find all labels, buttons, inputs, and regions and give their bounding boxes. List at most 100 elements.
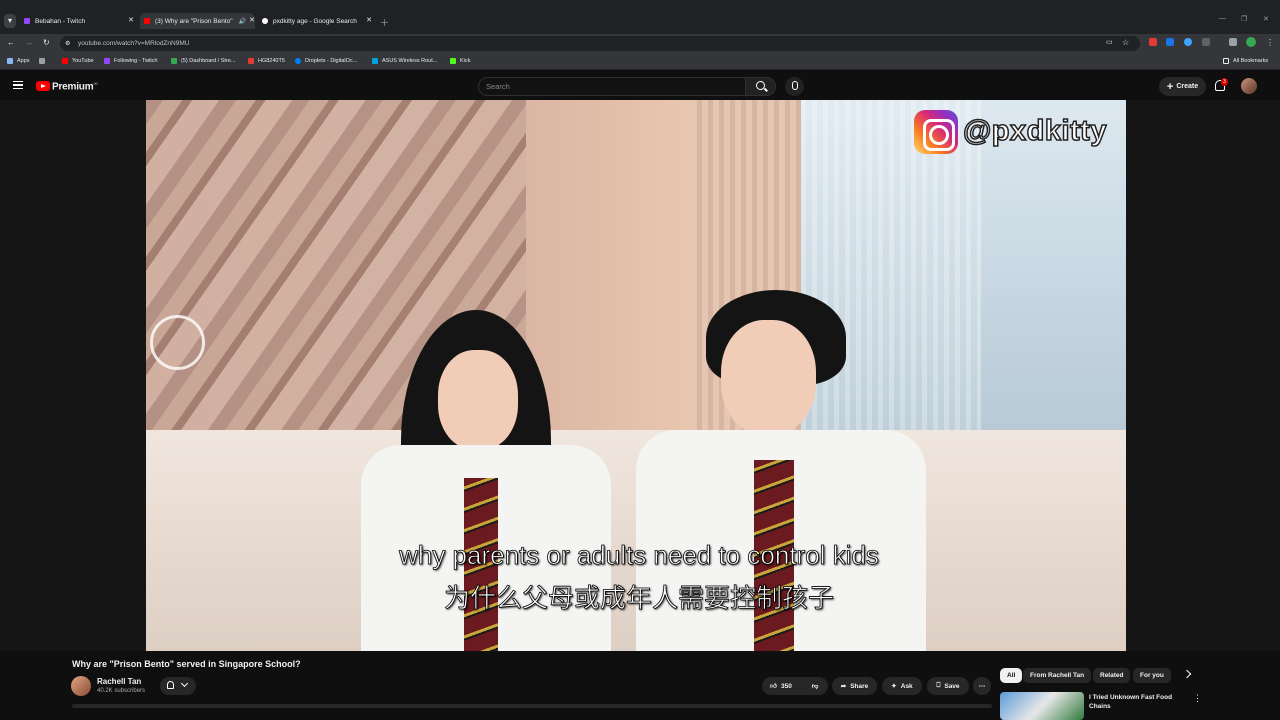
tab-twitch[interactable]: Bebahan - Twitch ✕ [24, 13, 134, 29]
chip-all[interactable]: All [1000, 668, 1023, 683]
bookmark-kick[interactable]: Kick [450, 58, 470, 64]
bookmark-label: All Bookmarks [1233, 58, 1269, 64]
extension-icon[interactable] [1166, 38, 1174, 46]
reload-icon[interactable]: ↻ [43, 38, 50, 47]
thumbs-up-icon: 👍︎ [770, 683, 777, 690]
chip-related[interactable]: Related [1093, 668, 1131, 683]
extension-icon[interactable] [1184, 38, 1192, 46]
chip-for-you[interactable]: For you [1133, 668, 1171, 683]
bookmark-router[interactable]: HG8240T5 [248, 58, 285, 64]
audio-playing-icon[interactable]: 🔊 [239, 18, 246, 25]
bookmark-digitalocean[interactable]: Droplets - DigitalOc... [295, 58, 357, 64]
dislike-button[interactable]: 👎︎ [803, 677, 827, 695]
twitch-icon [104, 58, 110, 64]
close-tab-icon[interactable]: ✕ [366, 16, 372, 24]
bookmark-label: HG8240T5 [258, 58, 285, 64]
comments-area-divider [72, 704, 992, 708]
bookmark-label: Droplets - DigitalOc... [305, 58, 358, 64]
bookmark-label: Following - Twitch [114, 58, 158, 64]
more-actions-button[interactable]: ⋯ [973, 677, 991, 695]
tab-search-menu[interactable]: ▾ [4, 14, 16, 28]
restore-icon[interactable]: ❐ [1241, 15, 1247, 23]
site-info-icon[interactable]: ⚙ [65, 40, 70, 47]
cast-icon[interactable]: ▭ [1106, 38, 1113, 46]
bookmark-label: (5) Dashboard / Stre... [181, 58, 236, 64]
channel-name[interactable]: Rachell Tan [97, 677, 141, 686]
media-control-icon[interactable] [1229, 38, 1237, 46]
instagram-icon [914, 110, 958, 154]
wifi-icon [372, 58, 378, 64]
like-count: 350 [780, 682, 792, 690]
bookmark-grid[interactable] [39, 58, 49, 64]
new-tab-icon[interactable]: ＋ [380, 16, 389, 29]
voice-search-icon[interactable] [785, 77, 804, 96]
extensions-puzzle-icon[interactable] [1202, 38, 1210, 46]
youtube-premium-logo[interactable]: Premium99 [52, 81, 98, 93]
grid-icon [39, 58, 45, 64]
bookmark-twitch[interactable]: Following - Twitch [104, 58, 158, 64]
extension-icon[interactable] [1149, 38, 1157, 46]
minimize-icon[interactable]: — [1219, 15, 1226, 22]
notification-badge: 3 [1221, 78, 1228, 86]
sparkle-icon: ✦ [891, 683, 897, 690]
click-ring-indicator [150, 315, 205, 370]
save-bookmark-icon: ⎕ [936, 682, 941, 689]
tab-youtube-active[interactable]: (3) Why are "Prison Bento" 🔊 ✕ [140, 13, 255, 29]
subtitle-english: why parents or adults need to control ki… [399, 540, 880, 571]
create-button[interactable]: + Create [1159, 77, 1206, 96]
tab-title: pxdkitty age - Google Search [273, 17, 357, 25]
subtitle-chinese: 为什么父母或成年人需要控制孩子 [443, 583, 835, 614]
subscribed-button[interactable] [160, 677, 196, 695]
share-button[interactable]: ➦ Share [832, 677, 877, 695]
youtube-logo-icon[interactable] [36, 81, 50, 91]
save-button[interactable]: ⎕ Save [927, 677, 969, 695]
like-button[interactable]: 👍︎ 350 [762, 677, 800, 695]
ask-button[interactable]: ✦ Ask [882, 677, 922, 695]
digitalocean-icon [295, 58, 301, 64]
dashboard-icon [171, 58, 177, 64]
bookmark-label: Apps [17, 58, 30, 64]
bookmark-apps[interactable]: Apps [7, 58, 30, 64]
close-tab-icon[interactable]: ✕ [249, 16, 255, 24]
related-video-title[interactable]: I Tried Unknown Fast Food Chains [1089, 693, 1179, 711]
back-icon[interactable]: ← [7, 38, 15, 47]
youtube-favicon-icon [144, 18, 150, 24]
kick-icon [450, 58, 456, 64]
share-label: Share [850, 682, 869, 690]
more-icon[interactable]: ⋮ [1193, 693, 1202, 704]
omnibox[interactable] [60, 36, 1140, 51]
thumbs-down-icon: 👎︎ [811, 683, 819, 690]
channel-avatar[interactable] [71, 676, 91, 696]
profile-avatar-icon[interactable] [1246, 37, 1256, 47]
bookmark-label: Kick [460, 58, 471, 64]
forward-icon[interactable]: → [25, 38, 33, 47]
bookmark-star-icon[interactable]: ☆ [1122, 38, 1129, 47]
bookmark-youtube[interactable]: YouTube [62, 58, 94, 64]
bookmark-label: YouTube [72, 58, 94, 64]
google-favicon-icon [262, 18, 268, 24]
account-avatar[interactable] [1241, 78, 1257, 94]
youtube-icon [62, 58, 68, 64]
bookmark-asus[interactable]: ASUS Wireless Rout... [372, 58, 437, 64]
apps-grid-icon [7, 58, 13, 64]
hamburger-menu-icon[interactable] [13, 81, 23, 89]
browser-menu-icon[interactable]: ⋮ [1266, 38, 1274, 47]
save-label: Save [944, 682, 960, 690]
subscriber-count: 40.2K subscribers [97, 688, 146, 694]
bookmark-dashboard[interactable]: (5) Dashboard / Stre... [171, 58, 235, 64]
close-tab-icon[interactable]: ✕ [128, 16, 134, 24]
search-icon [756, 81, 765, 90]
instagram-handle-watermark: @pxdkitty [962, 114, 1107, 148]
router-icon [248, 58, 254, 64]
tab-google-search[interactable]: pxdkitty age - Google Search ✕ [262, 13, 372, 29]
bookmark-label: ASUS Wireless Rout... [382, 58, 438, 64]
url-text[interactable]: youtube.com/watch?v=MRlodZnN9MU [78, 40, 189, 47]
close-window-icon[interactable]: ✕ [1263, 15, 1269, 23]
bell-icon [167, 681, 174, 689]
search-input[interactable] [478, 77, 746, 96]
chip-from-channel[interactable]: From Rachell Tan [1023, 668, 1092, 683]
related-video-thumbnail[interactable] [1000, 692, 1084, 720]
share-icon: ➦ [840, 683, 847, 690]
all-bookmarks[interactable]: All Bookmarks [1223, 58, 1268, 64]
brand-text: Premium [52, 81, 94, 93]
